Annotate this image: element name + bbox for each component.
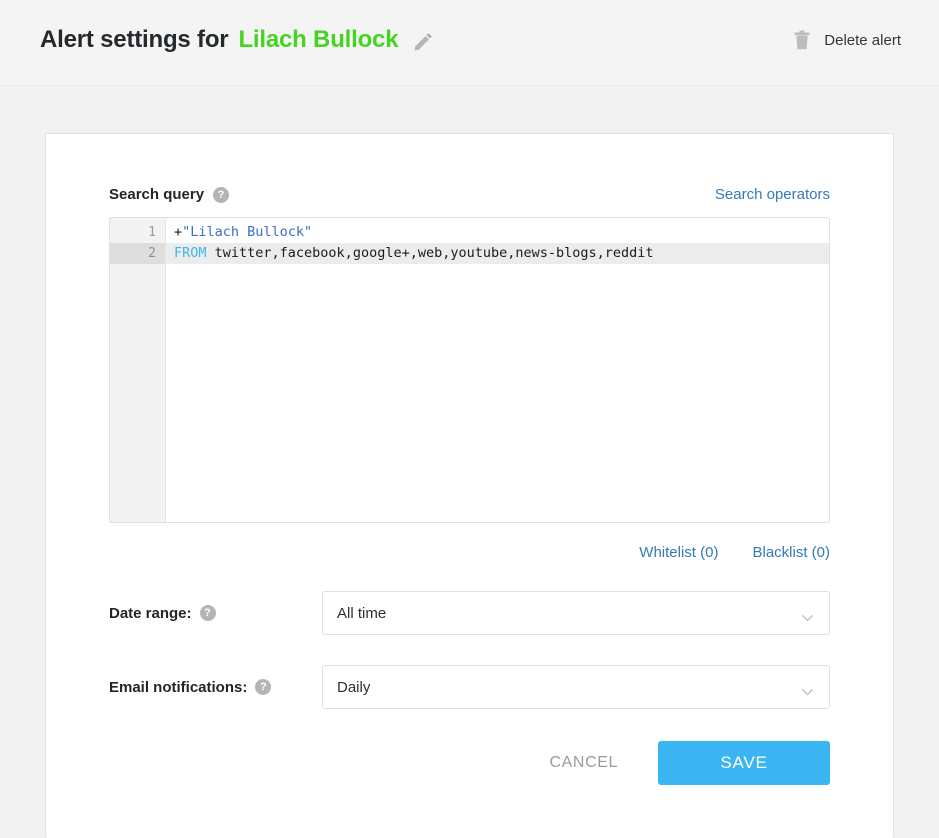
email-notifications-label: Email notifications: <box>109 678 248 696</box>
line-number: 1 <box>148 225 156 240</box>
date-range-row: Date range: ? All time <box>109 591 830 635</box>
page-header: Alert settings for Lilach Bullock Delete… <box>0 0 939 86</box>
delete-alert-button[interactable]: Delete alert <box>794 30 901 50</box>
email-notifications-row: Email notifications: ? Daily <box>109 665 830 709</box>
pencil-icon[interactable] <box>412 31 434 53</box>
code-line[interactable]: +"Lilach Bullock" <box>166 222 829 243</box>
card-content: Search query ? Search operators 1 2 +"Li… <box>46 134 893 785</box>
search-operators-link[interactable]: Search operators <box>715 186 830 203</box>
list-links: Whitelist (0) Blacklist (0) <box>109 544 830 561</box>
help-icon-date-range[interactable]: ? <box>199 605 216 621</box>
code-token-keyword: FROM <box>174 245 207 261</box>
date-range-label-group: Date range: ? <box>109 605 322 622</box>
code-line[interactable]: FROM twitter,facebook,google+,web,youtub… <box>166 243 829 264</box>
cancel-button[interactable]: CANCEL <box>531 744 636 782</box>
date-range-label: Date range: <box>109 604 192 622</box>
email-notifications-value: Daily <box>337 678 371 696</box>
alert-name: Lilach Bullock <box>238 26 399 53</box>
line-number: 2 <box>110 243 165 264</box>
editor-code-area[interactable]: +"Lilach Bullock" FROM twitter,facebook,… <box>166 218 829 522</box>
chevron-down-icon <box>802 683 813 696</box>
save-button[interactable]: SAVE <box>658 741 830 785</box>
search-query-editor[interactable]: 1 2 +"Lilach Bullock" FROM twitter,faceb… <box>109 217 830 523</box>
code-token-plain: + <box>174 224 183 240</box>
help-icon-search-query[interactable]: ? <box>213 186 230 203</box>
help-icon-email-notifications[interactable]: ? <box>255 679 272 695</box>
form-actions: CANCEL SAVE <box>109 741 830 785</box>
delete-alert-label: Delete alert <box>824 31 901 49</box>
alert-settings-card: Search query ? Search operators 1 2 +"Li… <box>45 133 894 838</box>
email-notifications-label-group: Email notifications: ? <box>109 679 322 696</box>
date-range-value: All time <box>337 604 387 622</box>
blacklist-link[interactable]: Blacklist (0) <box>752 544 830 561</box>
search-query-header: Search query ? Search operators <box>109 186 830 203</box>
chevron-down-icon <box>802 609 813 622</box>
date-range-select[interactable]: All time <box>322 591 830 635</box>
editor-gutter: 1 2 <box>110 218 166 522</box>
page-title-prefix: Alert settings for <box>40 26 229 53</box>
search-query-label: Search query <box>109 186 205 203</box>
code-token-plain: twitter,facebook,google+,web,youtube,new… <box>206 245 654 261</box>
code-token-string: "Lilach Bullock" <box>182 224 313 240</box>
search-query-label-group: Search query ? <box>109 186 230 203</box>
trash-icon <box>794 30 810 50</box>
page-title: Alert settings for Lilach Bullock <box>40 26 434 54</box>
whitelist-link[interactable]: Whitelist (0) <box>639 544 718 561</box>
email-notifications-select[interactable]: Daily <box>322 665 830 709</box>
